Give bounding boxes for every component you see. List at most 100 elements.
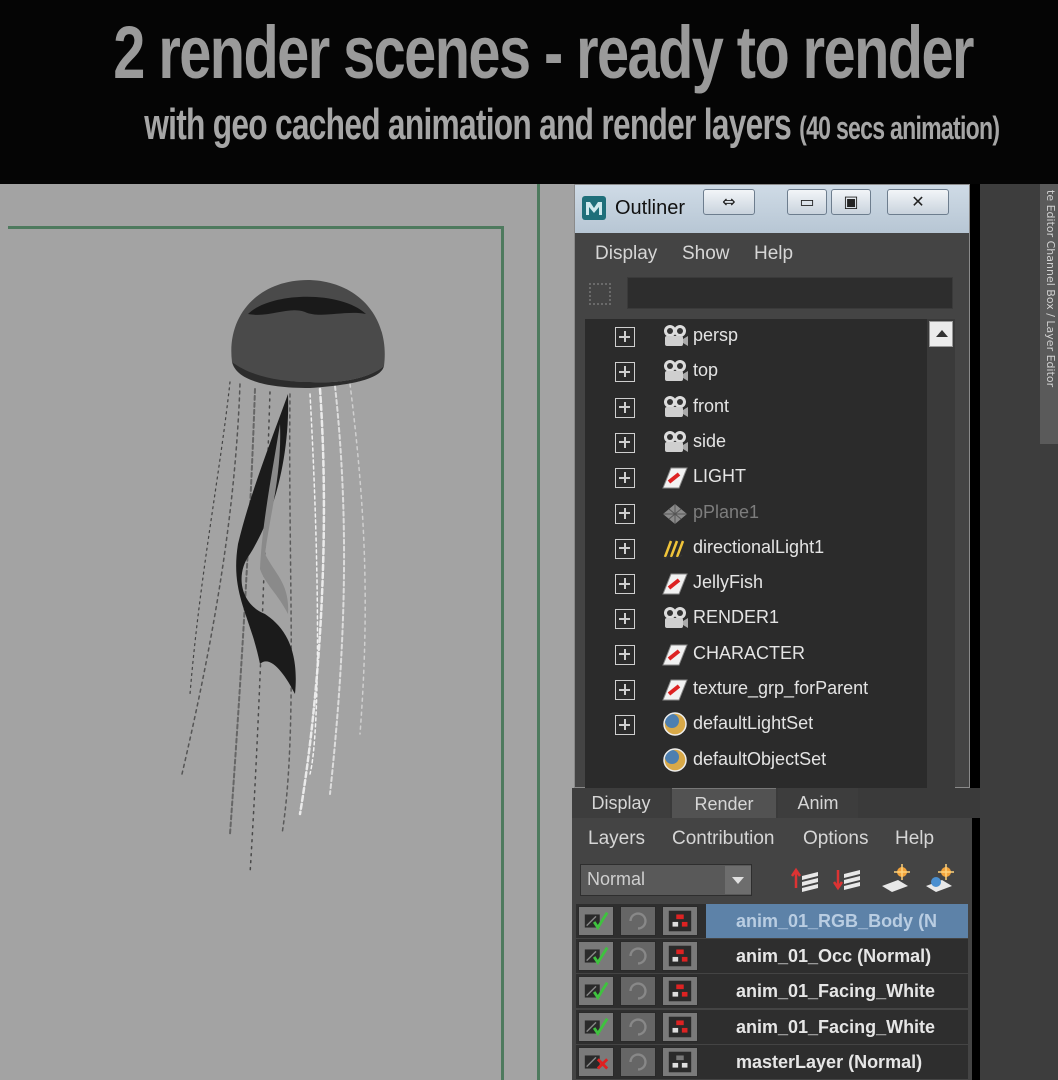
recycle-icon[interactable] — [620, 976, 656, 1007]
layer-mode-value: Normal — [587, 869, 646, 889]
renderable-check-icon[interactable] — [578, 906, 614, 936]
outliner-item-defaultlightset[interactable]: defaultLightSet — [585, 707, 927, 742]
outliner-item-render1[interactable]: RENDER1 — [585, 601, 927, 636]
outliner-item-character[interactable]: CHARACTER — [585, 637, 927, 672]
outliner-item-jellyfish[interactable]: JellyFish — [585, 566, 927, 601]
layer-name[interactable]: masterLayer (Normal) — [706, 1045, 968, 1079]
maximize-button[interactable]: ▣ — [831, 189, 871, 215]
expand-icon[interactable] — [615, 680, 635, 700]
dock-arrows-button[interactable]: ⇔ — [703, 189, 755, 215]
outliner-item-label: directionalLight1 — [693, 536, 825, 557]
outliner-item-label: persp — [693, 325, 739, 345]
outliner-item-label: side — [693, 430, 727, 451]
menu-options[interactable]: Options — [803, 828, 868, 850]
layer-row[interactable]: anim_01_Occ (Normal) — [576, 939, 968, 974]
outliner-item-label: texture_grp_forParent — [693, 678, 869, 698]
move-layer-up-icon[interactable] — [788, 862, 822, 896]
expand-icon[interactable] — [615, 574, 635, 595]
expand-icon[interactable] — [615, 327, 635, 347]
layer-mode-select[interactable]: Normal — [580, 864, 752, 896]
banner-title: 2 render scenes - ready to render — [113, 11, 974, 94]
render-settings-icon[interactable] — [662, 1046, 698, 1077]
outliner-item-light[interactable]: LIGHT — [585, 460, 927, 495]
outliner-filter-input[interactable] — [627, 277, 953, 309]
minimize-button[interactable]: ▭ — [787, 189, 827, 215]
outliner-item-pplane1[interactable]: pPlane1 — [585, 496, 927, 531]
layer-editor-tabs: Display Render Anim — [572, 788, 980, 818]
render-settings-icon[interactable] — [662, 1011, 698, 1042]
tab-render[interactable]: Render — [672, 788, 776, 818]
outliner-item-side[interactable]: side — [585, 425, 927, 460]
render-settings-icon[interactable] — [662, 906, 698, 936]
menu-contribution[interactable]: Contribution — [672, 828, 774, 850]
light-icon — [663, 540, 685, 560]
jellyfish-model[interactable] — [170, 274, 400, 894]
channel-box-tab-label: te Editor Channel Box / Layer Editor — [1044, 190, 1057, 388]
outliner-item-top[interactable]: top — [585, 354, 927, 389]
renderable-check-icon[interactable] — [578, 976, 614, 1007]
expand-icon[interactable] — [615, 362, 635, 383]
expand-icon[interactable] — [615, 715, 635, 736]
banner: 2 render scenes - ready to render with g… — [0, 0, 1058, 184]
close-button[interactable]: ✕ — [887, 189, 949, 215]
layer-row[interactable]: masterLayer (Normal) — [576, 1044, 968, 1079]
outliner-item-defaultobjectset[interactable]: defaultObjectSet — [585, 743, 927, 778]
outliner-item-label: RENDER1 — [693, 607, 780, 628]
tab-anim[interactable]: Anim — [778, 788, 858, 818]
outliner-list[interactable]: persp top front side LIGHT pPlane1 directional… — [585, 319, 927, 789]
group-icon — [662, 467, 688, 489]
expand-icon[interactable] — [615, 538, 635, 559]
filter-icon[interactable] — [589, 283, 611, 305]
layer-name[interactable]: anim_01_Facing_White — [706, 1010, 968, 1044]
outliner-scrollbar[interactable] — [927, 319, 955, 789]
outliner-titlebar[interactable]: Outliner ⇔ ▭ ▣ ✕ — [575, 185, 969, 233]
tab-display[interactable]: Display — [572, 788, 670, 818]
outliner-item-persp[interactable]: persp — [585, 319, 927, 354]
expand-icon[interactable] — [615, 609, 635, 630]
move-layer-down-icon[interactable] — [830, 862, 864, 896]
recycle-icon[interactable] — [620, 906, 656, 936]
layer-name[interactable]: anim_01_Facing_White — [706, 974, 968, 1008]
expand-icon[interactable] — [615, 397, 635, 418]
outliner-item-front[interactable]: front — [585, 390, 927, 425]
outliner-item-texture_grp_forparent[interactable]: texture_grp_forParent — [585, 672, 927, 707]
menu-layers[interactable]: Layers — [588, 828, 645, 850]
group-icon — [662, 644, 688, 666]
banner-subtitle-main: with geo cached animation and render lay… — [144, 100, 792, 149]
outliner-item-label: JellyFish — [693, 572, 764, 593]
menu-display[interactable]: Display — [595, 243, 657, 265]
renderable-check-icon[interactable] — [578, 941, 614, 972]
render-settings-icon[interactable] — [662, 941, 698, 972]
recycle-icon[interactable] — [620, 1011, 656, 1042]
menu-help[interactable]: Help — [754, 243, 793, 265]
menu-help[interactable]: Help — [895, 828, 934, 850]
layer-name[interactable]: anim_01_RGB_Body (N — [706, 904, 968, 938]
expand-icon[interactable] — [615, 644, 635, 665]
expand-icon[interactable] — [615, 503, 635, 524]
recycle-icon[interactable] — [620, 1046, 656, 1077]
group-icon — [662, 679, 688, 701]
layer-row[interactable]: anim_01_Facing_White — [576, 1009, 968, 1044]
camera-icon — [664, 607, 688, 629]
banner-subtitle: with geo cached animation and render lay… — [144, 100, 1000, 150]
viewport-gap — [540, 184, 574, 1080]
expand-icon[interactable] — [615, 432, 635, 453]
renderable-check-icon[interactable] — [578, 1011, 614, 1042]
outliner-item-label: LIGHT — [693, 466, 747, 487]
render-settings-icon[interactable] — [662, 976, 698, 1007]
layer-row[interactable]: anim_01_RGB_Body (N — [576, 904, 968, 938]
layer-name[interactable]: anim_01_Occ (Normal) — [706, 939, 968, 973]
outliner-item-directionallight1[interactable]: directionalLight1 — [585, 531, 927, 566]
3d-viewport[interactable] — [0, 184, 540, 1080]
menu-show[interactable]: Show — [682, 243, 730, 265]
chevron-down-icon[interactable] — [725, 866, 751, 894]
recycle-icon[interactable] — [620, 941, 656, 972]
new-empty-layer-icon[interactable] — [878, 862, 912, 896]
layer-editor: Display Render Anim Layers Contribution … — [572, 788, 980, 1080]
new-layer-from-selection-icon[interactable] — [922, 862, 956, 896]
outliner-item-label: pPlane1 — [693, 501, 760, 522]
layer-row[interactable]: anim_01_Facing_White — [576, 974, 968, 1009]
expand-icon[interactable] — [615, 468, 635, 489]
not-renderable-icon[interactable] — [578, 1046, 614, 1077]
scroll-up-button[interactable] — [929, 321, 953, 347]
